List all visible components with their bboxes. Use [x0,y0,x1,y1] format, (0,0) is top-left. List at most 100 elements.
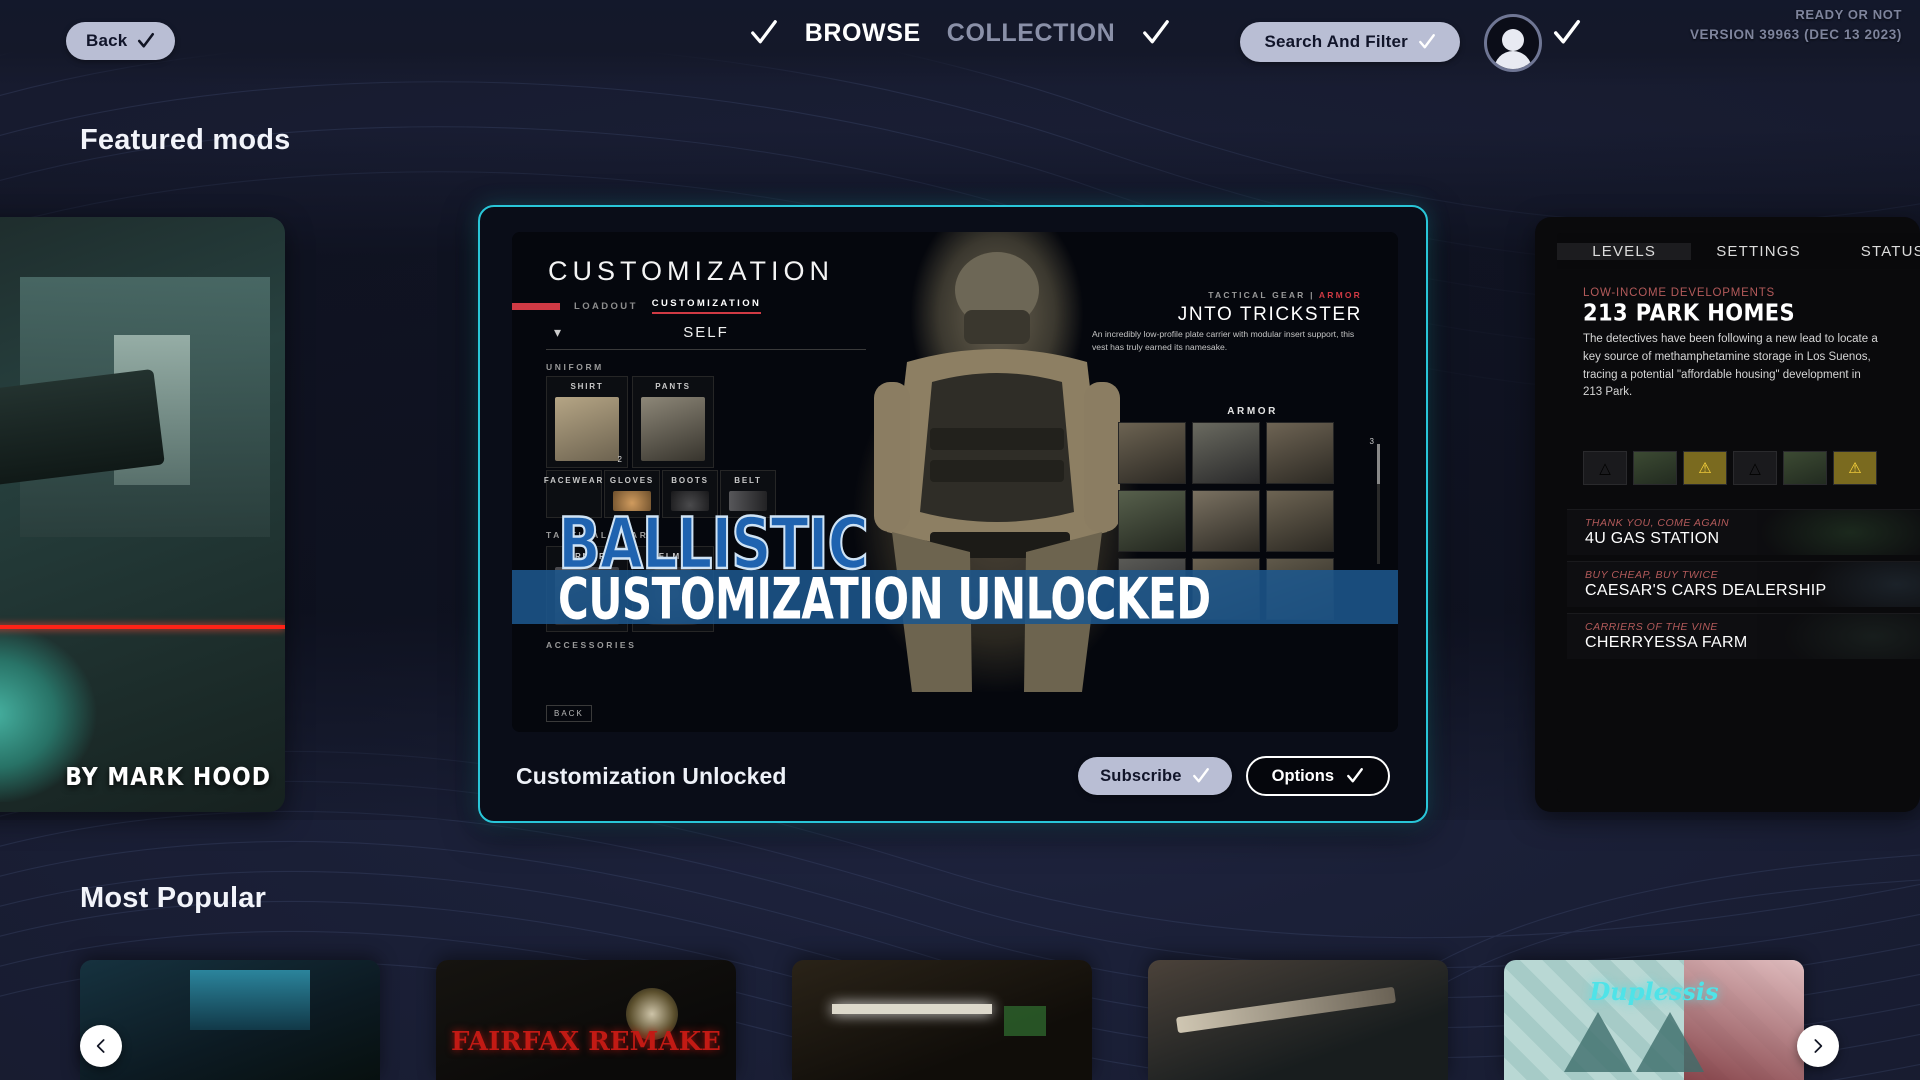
level-row-kicker: BUY CHEAP, BUY TWICE [1585,569,1719,581]
tab-collection-label: COLLECTION [946,18,1116,47]
armor-cell [1266,490,1334,552]
level-list-item[interactable]: CARRIERS OF THE VINE CHERRYESSA FARM [1567,613,1920,659]
slot-shirt-thumb [555,397,619,461]
confirm-tick-icon [1192,768,1209,783]
thumbnail-label: FAIRFAX REMAKE [450,1027,721,1058]
featured-card-active[interactable]: CUSTOMIZATION LOADOUT CUSTOMIZATION ▾ SE… [478,205,1428,823]
avatar-body-icon [1494,51,1532,69]
armor-cell [1192,422,1260,484]
featured-card-next[interactable]: LEVELS SETTINGS STATUS LOW-INCOME DEVELO… [1535,217,1920,812]
warning-icon: ⚠ [1833,451,1877,485]
back-button[interactable]: Back [66,22,176,60]
most-popular-row: FAIRFAX REMAKE Duplessis [0,960,1920,1080]
level-list-item[interactable]: BUY CHEAP, BUY TWICE CAESAR'S CARS DEALE… [1567,561,1920,607]
level-list-item[interactable]: THANK YOU, COME AGAIN 4U GAS STATION [1567,509,1920,555]
confirm-tick-icon [1347,768,1363,783]
level-icon-strip: △ ⚠ △ ⚠ [1583,451,1877,485]
thumbnail-duplessis[interactable]: Duplessis [1504,960,1804,1080]
armor-cell [1266,422,1334,484]
slot-gloves-label: GLOVES [609,476,655,485]
featured-carousel: BY MARK HOOD CUSTOMIZATION LOADOUT CUSTO… [0,205,1920,825]
thumbnail-stairwell[interactable] [80,960,380,1080]
avatar-head-icon [1502,29,1524,51]
banner-line-two: CUSTOMIZATION UNLOCKED [558,566,1211,633]
detail-kicker: TACTICAL GEAR | ARMOR [1208,290,1362,300]
thumbnail-fairfax-remake[interactable]: FAIRFAX REMAKE [436,960,736,1080]
avatar-tick-icon [1554,20,1580,44]
level-row-kicker: THANK YOU, COME AGAIN [1585,517,1730,529]
collection-tick-icon [1143,20,1170,44]
level-row-name: 4U GAS STATION [1585,530,1720,547]
options-label: Options [1271,766,1334,785]
back-button-label: Back [86,31,128,50]
app-root: Back BROWSE COLLECTION Search And Filter [0,0,1920,1080]
level-browser-screen: LEVELS SETTINGS STATUS LOW-INCOME DEVELO… [1557,233,1920,792]
main-nav-tabs: BROWSE COLLECTION [0,18,1920,48]
slot-facewear-label: FACEWEAR [543,476,605,485]
thumbnail-lobby[interactable] [792,960,1092,1080]
featured-mods-heading: Featured mods [80,124,291,156]
avatar[interactable] [1484,14,1542,72]
level-browser-tabs: LEVELS SETTINGS STATUS [1557,233,1920,269]
featured-card-footer: Customization Unlocked Subscribe Options [480,731,1426,821]
carousel-prev-button[interactable] [80,1025,122,1067]
card-byline: BY MARK HOOD [65,763,271,792]
level-row-name: CAESAR'S CARS DEALERSHIP [1585,582,1827,599]
armor-cell [1118,490,1186,552]
slot-pants-label: PANTS [655,382,691,391]
armor-cell [1192,490,1260,552]
confirm-tick-icon [1419,34,1435,49]
options-button[interactable]: Options [1245,756,1390,796]
level-row-art [1757,510,1920,555]
subscribe-label: Subscribe [1100,766,1182,785]
thumbnail-label: Duplessis [1589,976,1719,1006]
subscribe-button[interactable]: Subscribe [1078,757,1232,795]
game-back-button: BACK [546,705,592,722]
featured-level-description: The detectives have been following a new… [1583,333,1878,399]
version-info: READY OR NOT VERSION 39963 (DEC 13 2023) [1690,6,1902,44]
level-badge-icon: △ [1583,451,1627,485]
slot-pants-thumb [641,397,705,461]
slot-shirt-count: 2 [617,455,622,464]
tab-collection[interactable]: COLLECTION [947,19,1116,48]
tab-browse[interactable]: BROWSE [805,19,921,48]
detail-item-description: An incredibly low-profile plate carrier … [1092,329,1355,353]
rc-tab-status: STATUS [1860,242,1920,260]
group-label-uniform: UNIFORM [546,362,604,372]
armor-cell [1118,422,1186,484]
armor-grid-label: ARMOR [1227,406,1278,417]
chevron-right-icon [1814,1039,1823,1053]
game-title-label: READY OR NOT [1795,7,1902,22]
art-laser-line [0,625,285,629]
featured-level-title: 213 PARK HOMES [1583,299,1796,327]
featured-card-actions: Subscribe Options [1078,756,1390,796]
carousel-next-button[interactable] [1797,1025,1839,1067]
game-screen-title: CUSTOMIZATION [548,256,834,286]
level-browser-body: LOW-INCOME DEVELOPMENTS 213 PARK HOMES T… [1557,269,1920,792]
level-row-art [1757,614,1920,659]
game-screen-tabs: LOADOUT CUSTOMIZATION [512,298,762,314]
chevron-left-icon [96,1039,105,1053]
version-label: VERSION 39963 (DEC 13 2023) [1689,26,1902,42]
featured-level-kicker: LOW-INCOME DEVELOPMENTS [1583,287,1775,299]
warning-icon: ⚠ [1683,451,1727,485]
slot-pants: PANTS [632,376,714,468]
game-customization-screen: CUSTOMIZATION LOADOUT CUSTOMIZATION ▾ SE… [512,232,1398,732]
accent-bar [512,302,560,310]
search-and-filter-button[interactable]: Search And Filter [1240,22,1460,62]
card-artwork: BY MARK HOOD [0,217,285,812]
thumbnail-rifle[interactable] [1148,960,1448,1080]
featured-card-previous[interactable]: BY MARK HOOD [0,217,285,812]
detail-item-name: JNTO TRICKSTER [1177,304,1362,325]
browse-tick-icon [750,20,777,44]
armor-scrollbar[interactable] [1377,444,1380,564]
level-thumb-icon [1783,451,1827,485]
app-header: Back BROWSE COLLECTION Search And Filter [0,0,1920,86]
most-popular-heading: Most Popular [80,882,267,914]
featured-card-title: Customization Unlocked [516,762,787,789]
level-row-kicker: CARRIERS OF THE VINE [1585,621,1718,633]
rc-tab-levels: LEVELS [1557,242,1692,260]
detail-kicker-category: TACTICAL GEAR [1208,290,1306,300]
detail-kicker-type: ARMOR [1318,290,1362,300]
game-tab-loadout: LOADOUT [574,300,638,312]
